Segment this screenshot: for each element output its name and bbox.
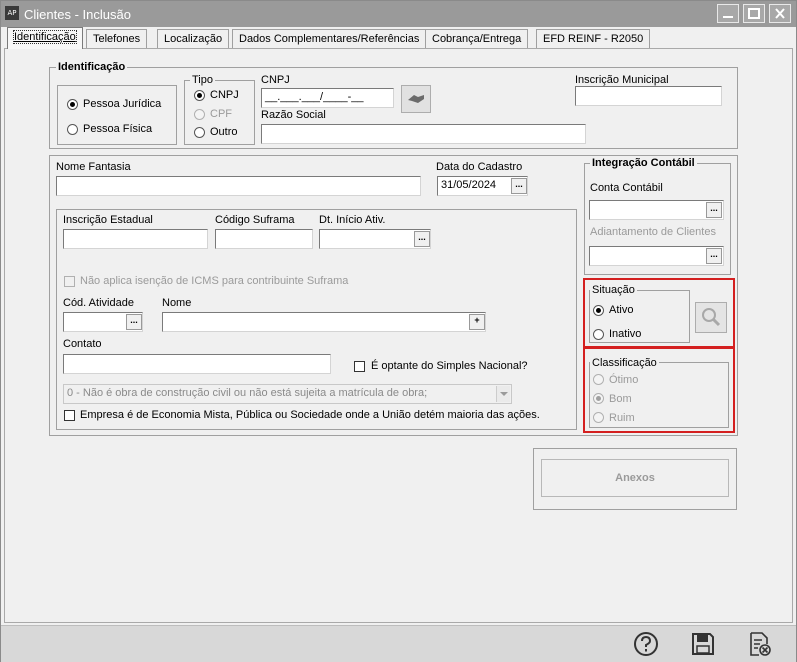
classificacao-otimo-radio[interactable]: [593, 374, 604, 385]
cancel-document-icon: [750, 632, 771, 656]
tipo-cpf-radio[interactable]: [194, 109, 205, 120]
cod-atividade-label: Cód. Atividade: [63, 297, 134, 309]
tab-efd-reinf[interactable]: EFD REINF - R2050: [536, 29, 651, 49]
codigo-suframa-input[interactable]: [215, 229, 313, 249]
obra-select-arrow[interactable]: [496, 386, 510, 402]
integracao-contabil-title: Integração Contábil: [590, 157, 697, 169]
maximize-icon: [748, 8, 760, 19]
title-bar: AP Clientes - Inclusão: [1, 1, 796, 27]
classificacao-title: Classificação: [590, 357, 659, 369]
simples-nacional-label: É optante do Simples Nacional?: [371, 360, 528, 372]
cod-atividade-picker-button[interactable]: ...: [126, 314, 142, 330]
situacao-inativo-radio[interactable]: [593, 329, 604, 340]
nome-fantasia-label: Nome Fantasia: [56, 161, 131, 173]
classificacao-bom-radio[interactable]: [593, 393, 604, 404]
obra-select[interactable]: 0 - Não é obra de construção civil ou nã…: [63, 384, 512, 404]
pessoa-juridica-radio[interactable]: [67, 99, 78, 110]
bottom-toolbar: [1, 625, 796, 662]
tipo-outro-label: Outro: [210, 126, 238, 138]
pessoa-box: [57, 85, 177, 145]
situacao-ativo-label: Ativo: [609, 304, 634, 316]
dt-inicio-label: Dt. Início Ativ.: [319, 214, 386, 226]
contato-input[interactable]: [63, 354, 331, 374]
tab-dados-complementares[interactable]: Dados Complementares/Referências: [232, 29, 427, 49]
inscricao-estadual-input[interactable]: [63, 229, 208, 249]
economia-mista-checkbox[interactable]: [64, 410, 75, 421]
situacao-inativo-label: Inativo: [609, 328, 642, 340]
nome-atividade-label: Nome: [162, 297, 192, 309]
tab-strip: Identificação Telefones Localização Dado…: [4, 27, 794, 49]
anexos-button[interactable]: Anexos: [541, 459, 729, 497]
tab-cobranca-entrega[interactable]: Cobrança/Entrega: [425, 29, 529, 49]
clientes-window: AP Clientes - Inclusão Identificação Tel…: [0, 0, 797, 662]
tab-identificacao[interactable]: Identificação: [7, 27, 83, 49]
nao-aplica-checkbox[interactable]: [64, 276, 75, 287]
tipo-title: Tipo: [190, 74, 215, 86]
cnpj-lookup-button[interactable]: [401, 85, 431, 113]
simples-nacional-checkbox[interactable]: [354, 361, 365, 372]
tipo-cnpj-label: CNPJ: [210, 89, 239, 101]
app-icon: AP: [5, 6, 19, 20]
economia-mista-label: Empresa é de Economia Mista, Pública ou …: [80, 409, 540, 421]
inscricao-municipal-input[interactable]: [575, 86, 722, 106]
handshake-icon: [408, 95, 424, 103]
help-icon: [634, 632, 658, 656]
maximize-button[interactable]: [743, 4, 765, 23]
conta-contabil-input[interactable]: [589, 200, 724, 220]
save-button[interactable]: [690, 631, 716, 657]
adiantamento-label: Adiantamento de Clientes: [590, 226, 716, 238]
adiantamento-picker-button[interactable]: ...: [706, 248, 722, 264]
contato-label: Contato: [63, 338, 102, 350]
inscricao-estadual-label: Inscrição Estadual: [63, 214, 153, 226]
dt-inicio-picker-button[interactable]: ...: [414, 231, 430, 247]
data-cadastro-label: Data do Cadastro: [436, 161, 523, 173]
window-title: Clientes - Inclusão: [24, 7, 131, 22]
tipo-cnpj-radio[interactable]: [194, 90, 205, 101]
razao-social-label: Razão Social: [261, 109, 326, 121]
situacao-search-button[interactable]: [695, 302, 727, 333]
tab-panel-identificacao: Identificação Pessoa Jurídica Pessoa Fís…: [4, 48, 793, 623]
pessoa-juridica-label: Pessoa Jurídica: [83, 98, 162, 110]
cnpj-label: CNPJ: [261, 74, 290, 86]
pessoa-fisica-radio[interactable]: [67, 124, 78, 135]
tipo-cpf-label: CPF: [210, 108, 232, 120]
help-button[interactable]: [633, 631, 659, 657]
adiantamento-input[interactable]: [589, 246, 724, 266]
nao-aplica-label: Não aplica isenção de ICMS para contribu…: [80, 275, 349, 287]
situacao-ativo-radio[interactable]: [593, 305, 604, 316]
inscricao-municipal-label: Inscrição Municipal: [575, 74, 669, 86]
classificacao-bom-label: Bom: [609, 393, 632, 405]
cancel-button[interactable]: [747, 631, 773, 657]
conta-contabil-label: Conta Contábil: [590, 182, 663, 194]
classificacao-ruim-radio[interactable]: [593, 412, 604, 423]
data-cadastro-picker-button[interactable]: ...: [511, 178, 527, 194]
close-button[interactable]: [769, 4, 791, 23]
identificacao-group-title: Identificação: [56, 61, 128, 73]
codigo-suframa-label: Código Suframa: [215, 214, 295, 226]
tipo-outro-radio[interactable]: [194, 127, 205, 138]
classificacao-ruim-label: Ruim: [609, 412, 635, 424]
classificacao-otimo-label: Ótimo: [609, 374, 639, 386]
save-icon: [692, 633, 714, 655]
nome-atividade-add-button[interactable]: +: [469, 314, 485, 330]
minimize-button[interactable]: [717, 4, 739, 23]
search-icon: [702, 308, 721, 327]
nome-fantasia-input[interactable]: [56, 176, 421, 196]
close-icon: [775, 8, 785, 19]
chevron-down-icon: [500, 392, 508, 396]
minimize-icon: [723, 16, 733, 18]
nome-atividade-input[interactable]: [162, 312, 486, 332]
situacao-title: Situação: [590, 284, 637, 296]
tab-localizacao[interactable]: Localização: [157, 29, 230, 49]
conta-contabil-picker-button[interactable]: ...: [706, 202, 722, 218]
cnpj-input[interactable]: __.___.___/____-__: [261, 88, 394, 108]
razao-social-input[interactable]: [261, 124, 586, 144]
tab-telefones[interactable]: Telefones: [86, 29, 148, 49]
pessoa-fisica-label: Pessoa Física: [83, 123, 153, 135]
